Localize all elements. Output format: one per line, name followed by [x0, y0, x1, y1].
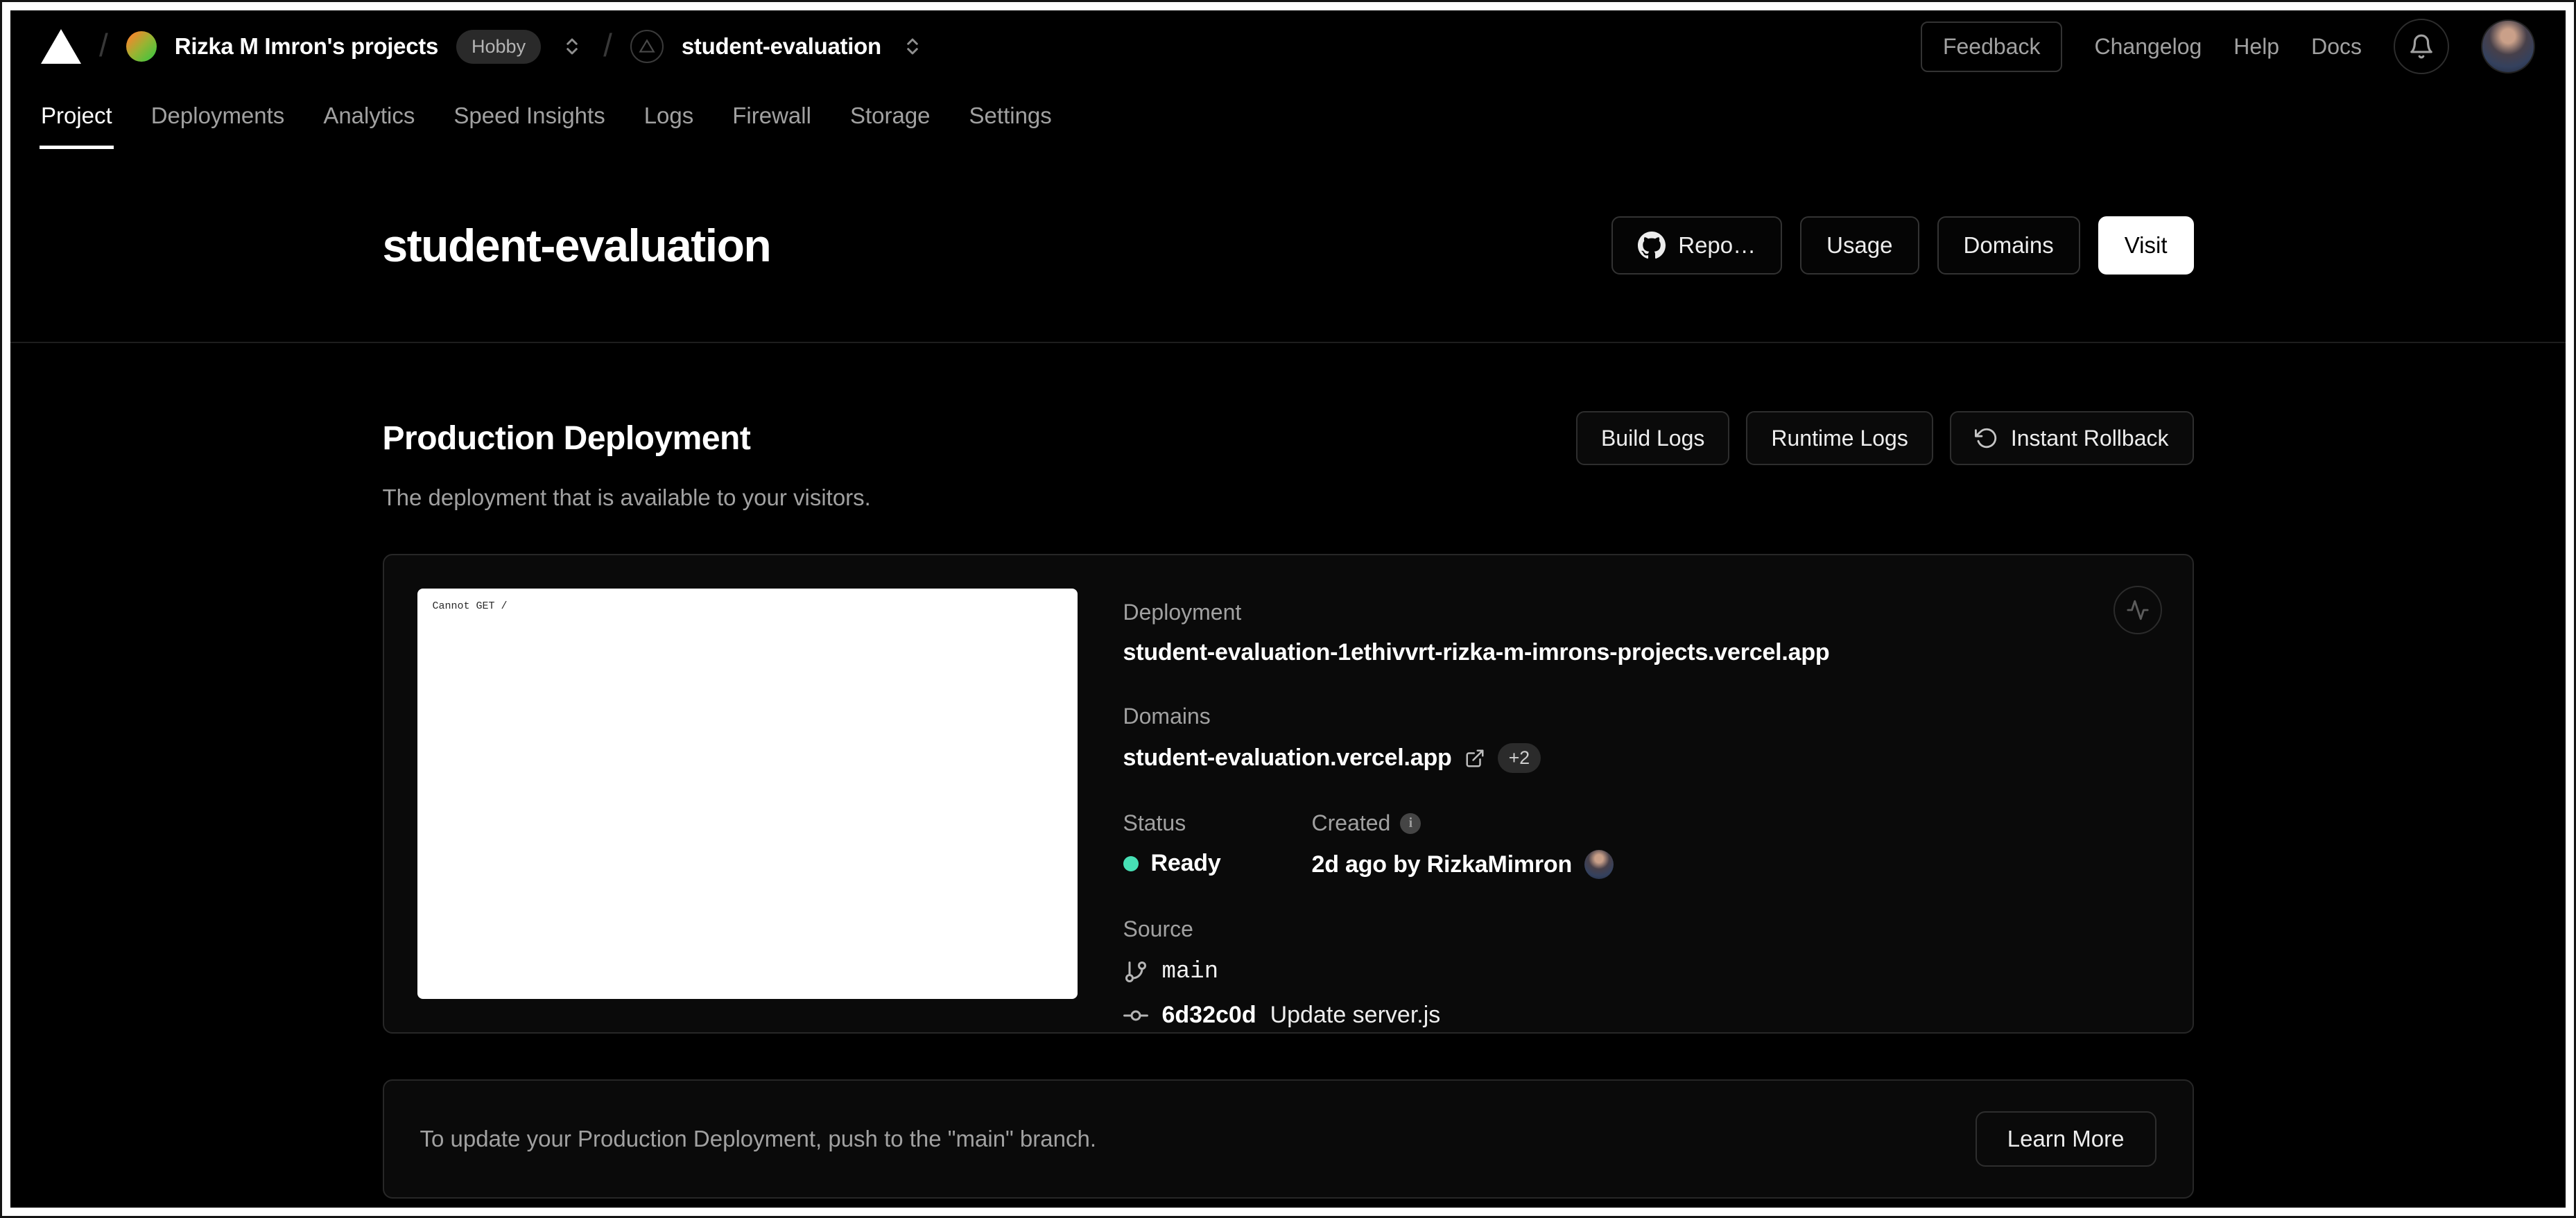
project-header: student-evaluation Repo… Usage Domains V… [10, 149, 2566, 342]
tab-firewall[interactable]: Firewall [713, 82, 831, 149]
preview-page-text: Cannot GET / [432, 600, 508, 612]
project-switcher-button[interactable] [899, 33, 926, 60]
deployment-details: Deployment student-evaluation-1ethivvrt-… [1123, 589, 1830, 1028]
build-logs-button[interactable]: Build Logs [1575, 411, 1730, 465]
usage-button[interactable]: Usage [1800, 216, 1919, 275]
top-navbar: / Rizka M Imron's projects Hobby / stude… [10, 10, 2566, 82]
domains-label: Domains [1123, 704, 1211, 729]
team-name[interactable]: Rizka M Imron's projects [175, 33, 439, 60]
chevrons-up-down-icon [907, 38, 918, 55]
git-commit-icon [1123, 1010, 1148, 1020]
deployment-activity-button[interactable] [2113, 586, 2162, 634]
repo-button-label: Repo… [1678, 232, 1756, 258]
feedback-button[interactable]: Feedback [1920, 21, 2063, 72]
instant-rollback-label: Instant Rollback [2010, 425, 2169, 451]
screenshot-frame: / Rizka M Imron's projects Hobby / stude… [0, 0, 2576, 1218]
section-subtitle: The deployment that is available to your… [382, 485, 871, 510]
project-triangle-icon [639, 39, 655, 53]
user-avatar[interactable] [2481, 19, 2535, 73]
github-icon [1638, 232, 1666, 259]
visit-button[interactable]: Visit [2098, 216, 2194, 275]
commit-hash[interactable]: 6d32c0d [1162, 1002, 1256, 1029]
section-heading: Production Deployment [382, 419, 751, 457]
deployment-preview[interactable]: Cannot GET / [417, 589, 1078, 999]
status-label: Status [1123, 810, 1186, 835]
tab-deployments[interactable]: Deployments [132, 82, 304, 149]
help-link[interactable]: Help [2233, 34, 2279, 60]
team-switcher-button[interactable] [559, 33, 585, 60]
tab-storage[interactable]: Storage [831, 82, 950, 149]
production-update-note: To update your Production Deployment, pu… [382, 1079, 2194, 1199]
extra-domains-badge[interactable]: +2 [1497, 743, 1541, 773]
tab-project[interactable]: Project [21, 82, 132, 149]
chevrons-up-down-icon [567, 38, 578, 55]
domains-button[interactable]: Domains [1937, 216, 2080, 275]
runtime-logs-button[interactable]: Runtime Logs [1746, 411, 1933, 465]
instant-rollback-button[interactable]: Instant Rollback [1949, 411, 2194, 465]
status-value: Ready [1150, 850, 1221, 876]
commit-message: Update server.js [1270, 1002, 1441, 1028]
notifications-button[interactable] [2394, 19, 2449, 74]
rollback-icon [1974, 428, 1996, 449]
team-avatar[interactable] [126, 31, 157, 62]
tab-logs[interactable]: Logs [625, 82, 714, 149]
repo-button[interactable]: Repo… [1611, 216, 1783, 275]
deployment-url[interactable]: student-evaluation-1ethivvrt-rizka-m-imr… [1123, 639, 1830, 666]
section-actions: Build Logs Runtime Logs Instant Rollback [1575, 411, 2194, 465]
project-avatar[interactable] [630, 30, 664, 63]
creator-avatar[interactable] [1584, 850, 1614, 879]
production-deployment-card: Cannot GET / Deployment student-evaluati… [382, 554, 2194, 1034]
breadcrumb: / Rizka M Imron's projects Hobby / stude… [41, 29, 926, 64]
tab-analytics[interactable]: Analytics [304, 82, 434, 149]
changelog-link[interactable]: Changelog [2094, 34, 2202, 60]
tab-speed-insights[interactable]: Speed Insights [434, 82, 624, 149]
docs-link[interactable]: Docs [2311, 34, 2362, 60]
primary-domain[interactable]: student-evaluation.vercel.app [1123, 745, 1452, 772]
tab-settings[interactable]: Settings [950, 82, 1071, 149]
project-name[interactable]: student-evaluation [682, 33, 881, 60]
info-icon[interactable]: i [1400, 812, 1421, 834]
learn-more-button[interactable]: Learn More [1975, 1111, 2156, 1167]
external-link-icon[interactable] [1464, 748, 1485, 769]
branch-name[interactable]: main [1162, 959, 1219, 985]
main-content: Production Deployment Build Logs Runtime… [10, 343, 2566, 1199]
vercel-dashboard: / Rizka M Imron's projects Hobby / stude… [10, 10, 2566, 1208]
breadcrumb-separator: / [603, 27, 612, 63]
bell-icon [2410, 34, 2432, 59]
navbar-actions: Feedback Changelog Help Docs [1920, 19, 2535, 74]
note-text: To update your Production Deployment, pu… [420, 1126, 1097, 1151]
page-title: student-evaluation [382, 220, 772, 271]
header-actions: Repo… Usage Domains Visit [1611, 216, 2194, 275]
plan-badge: Hobby [456, 29, 542, 64]
source-label: Source [1123, 916, 1193, 941]
git-branch-icon [1125, 962, 1146, 982]
vercel-logo-icon[interactable] [41, 29, 81, 64]
status-ready-dot [1123, 855, 1139, 871]
activity-pulse-icon [2126, 600, 2149, 620]
breadcrumb-separator: / [99, 27, 108, 63]
deployment-label: Deployment [1123, 600, 1242, 625]
created-label: Created [1311, 810, 1391, 835]
project-tabbar: Project Deployments Analytics Speed Insi… [10, 82, 2566, 149]
created-value: 2d ago by RizkaMimron [1311, 851, 1573, 878]
